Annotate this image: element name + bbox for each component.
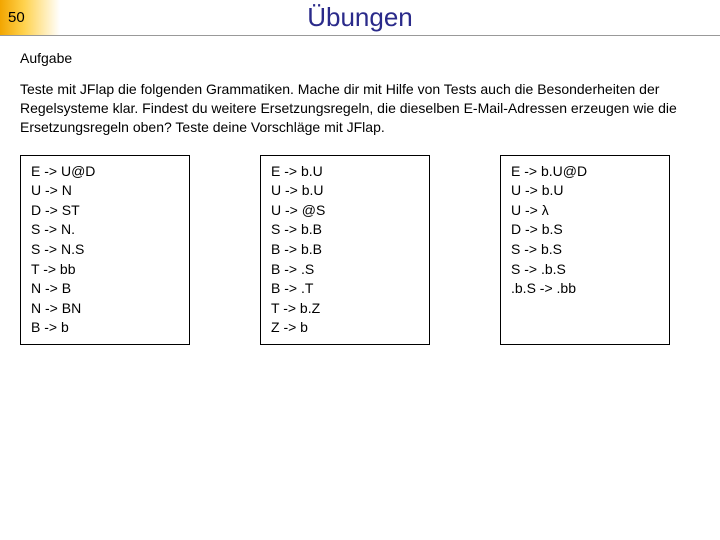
- grammar-box-3: E -> b.U@D U -> b.U U -> λ D -> b.S S ->…: [500, 155, 670, 345]
- subheading: Aufgabe: [20, 50, 700, 66]
- grammar-box-1: E -> U@D U -> N D -> ST S -> N. S -> N.S…: [20, 155, 190, 345]
- grammar-box-2: E -> b.U U -> b.U U -> @S S -> b.B B -> …: [260, 155, 430, 345]
- slide-header: 50 Übungen: [0, 0, 720, 36]
- content-area: Aufgabe Teste mit JFlap die folgenden Gr…: [0, 36, 720, 345]
- grammar-row: E -> U@D U -> N D -> ST S -> N. S -> N.S…: [20, 155, 700, 345]
- page-title: Übungen: [60, 2, 720, 33]
- slide-number: 50: [0, 0, 60, 35]
- task-paragraph: Teste mit JFlap die folgenden Grammatike…: [20, 80, 700, 137]
